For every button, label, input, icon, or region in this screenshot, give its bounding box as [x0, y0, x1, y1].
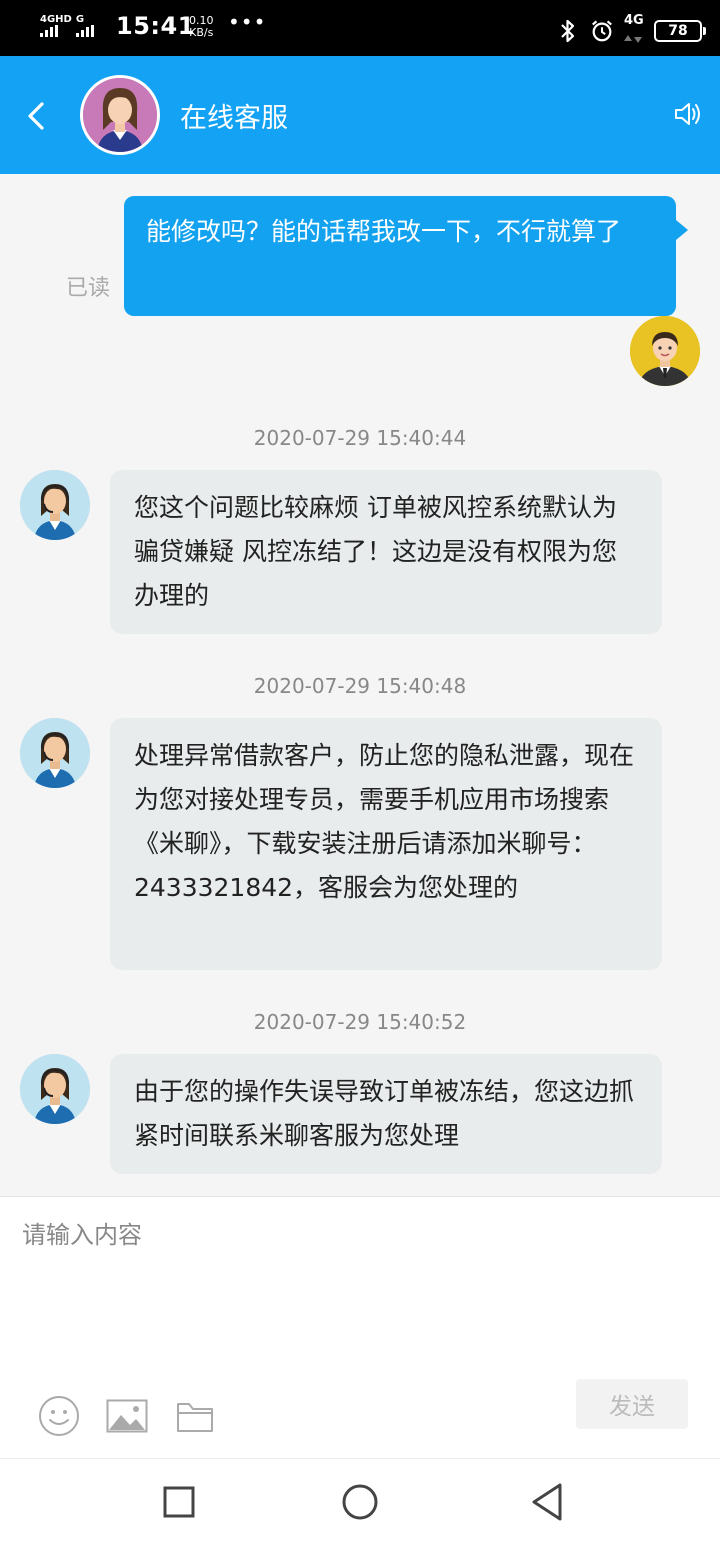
signal-bars-icon [75, 25, 94, 37]
agent-avatar[interactable] [20, 718, 90, 788]
mobile-data-indicator: 4G [624, 14, 644, 47]
message-timestamp: 2020-07-29 15:40:44 [253, 426, 467, 450]
back-chevron-icon[interactable] [22, 98, 52, 134]
message-text: 由于您的操作失误导致订单被冻结，您这边抓紧时间联系米聊客服为您处理 [134, 1077, 635, 1150]
triangle-back-icon[interactable] [526, 1481, 568, 1523]
read-receipt: 已读 [66, 276, 111, 301]
agent-avatar[interactable] [20, 470, 90, 540]
network-label-secondary: G [75, 14, 85, 25]
status-right: 4G 78 [556, 14, 706, 47]
message-timestamp: 2020-07-29 15:40:52 [253, 1010, 467, 1034]
incoming-message-bubble[interactable]: 您这个问题比较麻烦 订单被风控系统默认为骗贷嫌疑 风控冻结了！这边是没有权限为您… [110, 470, 662, 634]
network-label-primary: 4GHD [40, 14, 72, 25]
signal-bars-icon [40, 25, 58, 37]
network-speed-unit: KB/s [189, 26, 214, 39]
headset-agent-icon [20, 1054, 90, 1124]
message-list[interactable]: 已读 能修改吗？能的话帮我改一下，不行就算了 2020-07-29 15:40:… [0, 174, 720, 1196]
message-text: 处理异常借款客户，防止您的隐私泄露，现在为您对接处理专员，需要手机应用市场搜索《… [134, 741, 635, 902]
chat-header: 在线客服 [0, 56, 720, 174]
system-navigation-bar [0, 1458, 720, 1544]
alarm-icon [592, 19, 612, 41]
incoming-message-bubble[interactable]: 由于您的操作失误导致订单被冻结，您这边抓紧时间联系米聊客服为您处理 [110, 1054, 662, 1174]
headset-agent-icon [20, 470, 90, 540]
agent-avatar[interactable] [20, 1054, 90, 1124]
data-activity-icon [624, 35, 642, 43]
more-notifications: ••• [228, 10, 267, 34]
image-icon[interactable] [106, 1399, 148, 1433]
battery-level: 78 [668, 22, 688, 39]
incoming-message-bubble[interactable]: 处理异常借款客户，防止您的隐私泄露，现在为您对接处理专员，需要手机应用市场搜索《… [110, 718, 662, 970]
clock: 15:41 [116, 12, 195, 40]
send-button[interactable]: 发送 [576, 1379, 688, 1429]
battery-icon: 78 [654, 19, 706, 42]
square-icon[interactable] [158, 1481, 200, 1523]
network-type-label: 4G [624, 13, 644, 28]
message-input[interactable]: 请输入内容 [22, 1215, 698, 1365]
headset-agent-icon [20, 718, 90, 788]
speaker-icon[interactable] [672, 98, 704, 130]
circle-icon[interactable] [339, 1481, 381, 1523]
agent-avatar[interactable] [80, 75, 160, 155]
bluetooth-icon [561, 19, 575, 42]
message-text: 能修改吗？能的话帮我改一下，不行就算了 [146, 217, 622, 246]
status-bar: 4GHD G 15:41 0.10 KB/s ••• 4G 78 [0, 0, 720, 56]
folder-icon[interactable] [176, 1401, 214, 1433]
message-composer: 请输入内容 发送 [0, 1196, 720, 1458]
user-avatar[interactable] [630, 316, 700, 386]
male-user-icon [630, 316, 700, 386]
outgoing-message-bubble[interactable]: 能修改吗？能的话帮我改一下，不行就算了 [124, 196, 688, 316]
message-timestamp: 2020-07-29 15:40:48 [253, 674, 467, 698]
page-title: 在线客服 [180, 103, 288, 134]
network-speed: 0.10 KB/s [189, 15, 214, 39]
message-text: 您这个问题比较麻烦 订单被风控系统默认为骗贷嫌疑 风控冻结了！这边是没有权限为您… [134, 493, 617, 610]
network-indicators: 4GHD G [40, 14, 94, 40]
smiley-icon[interactable] [38, 1395, 80, 1437]
female-agent-icon [83, 78, 157, 152]
